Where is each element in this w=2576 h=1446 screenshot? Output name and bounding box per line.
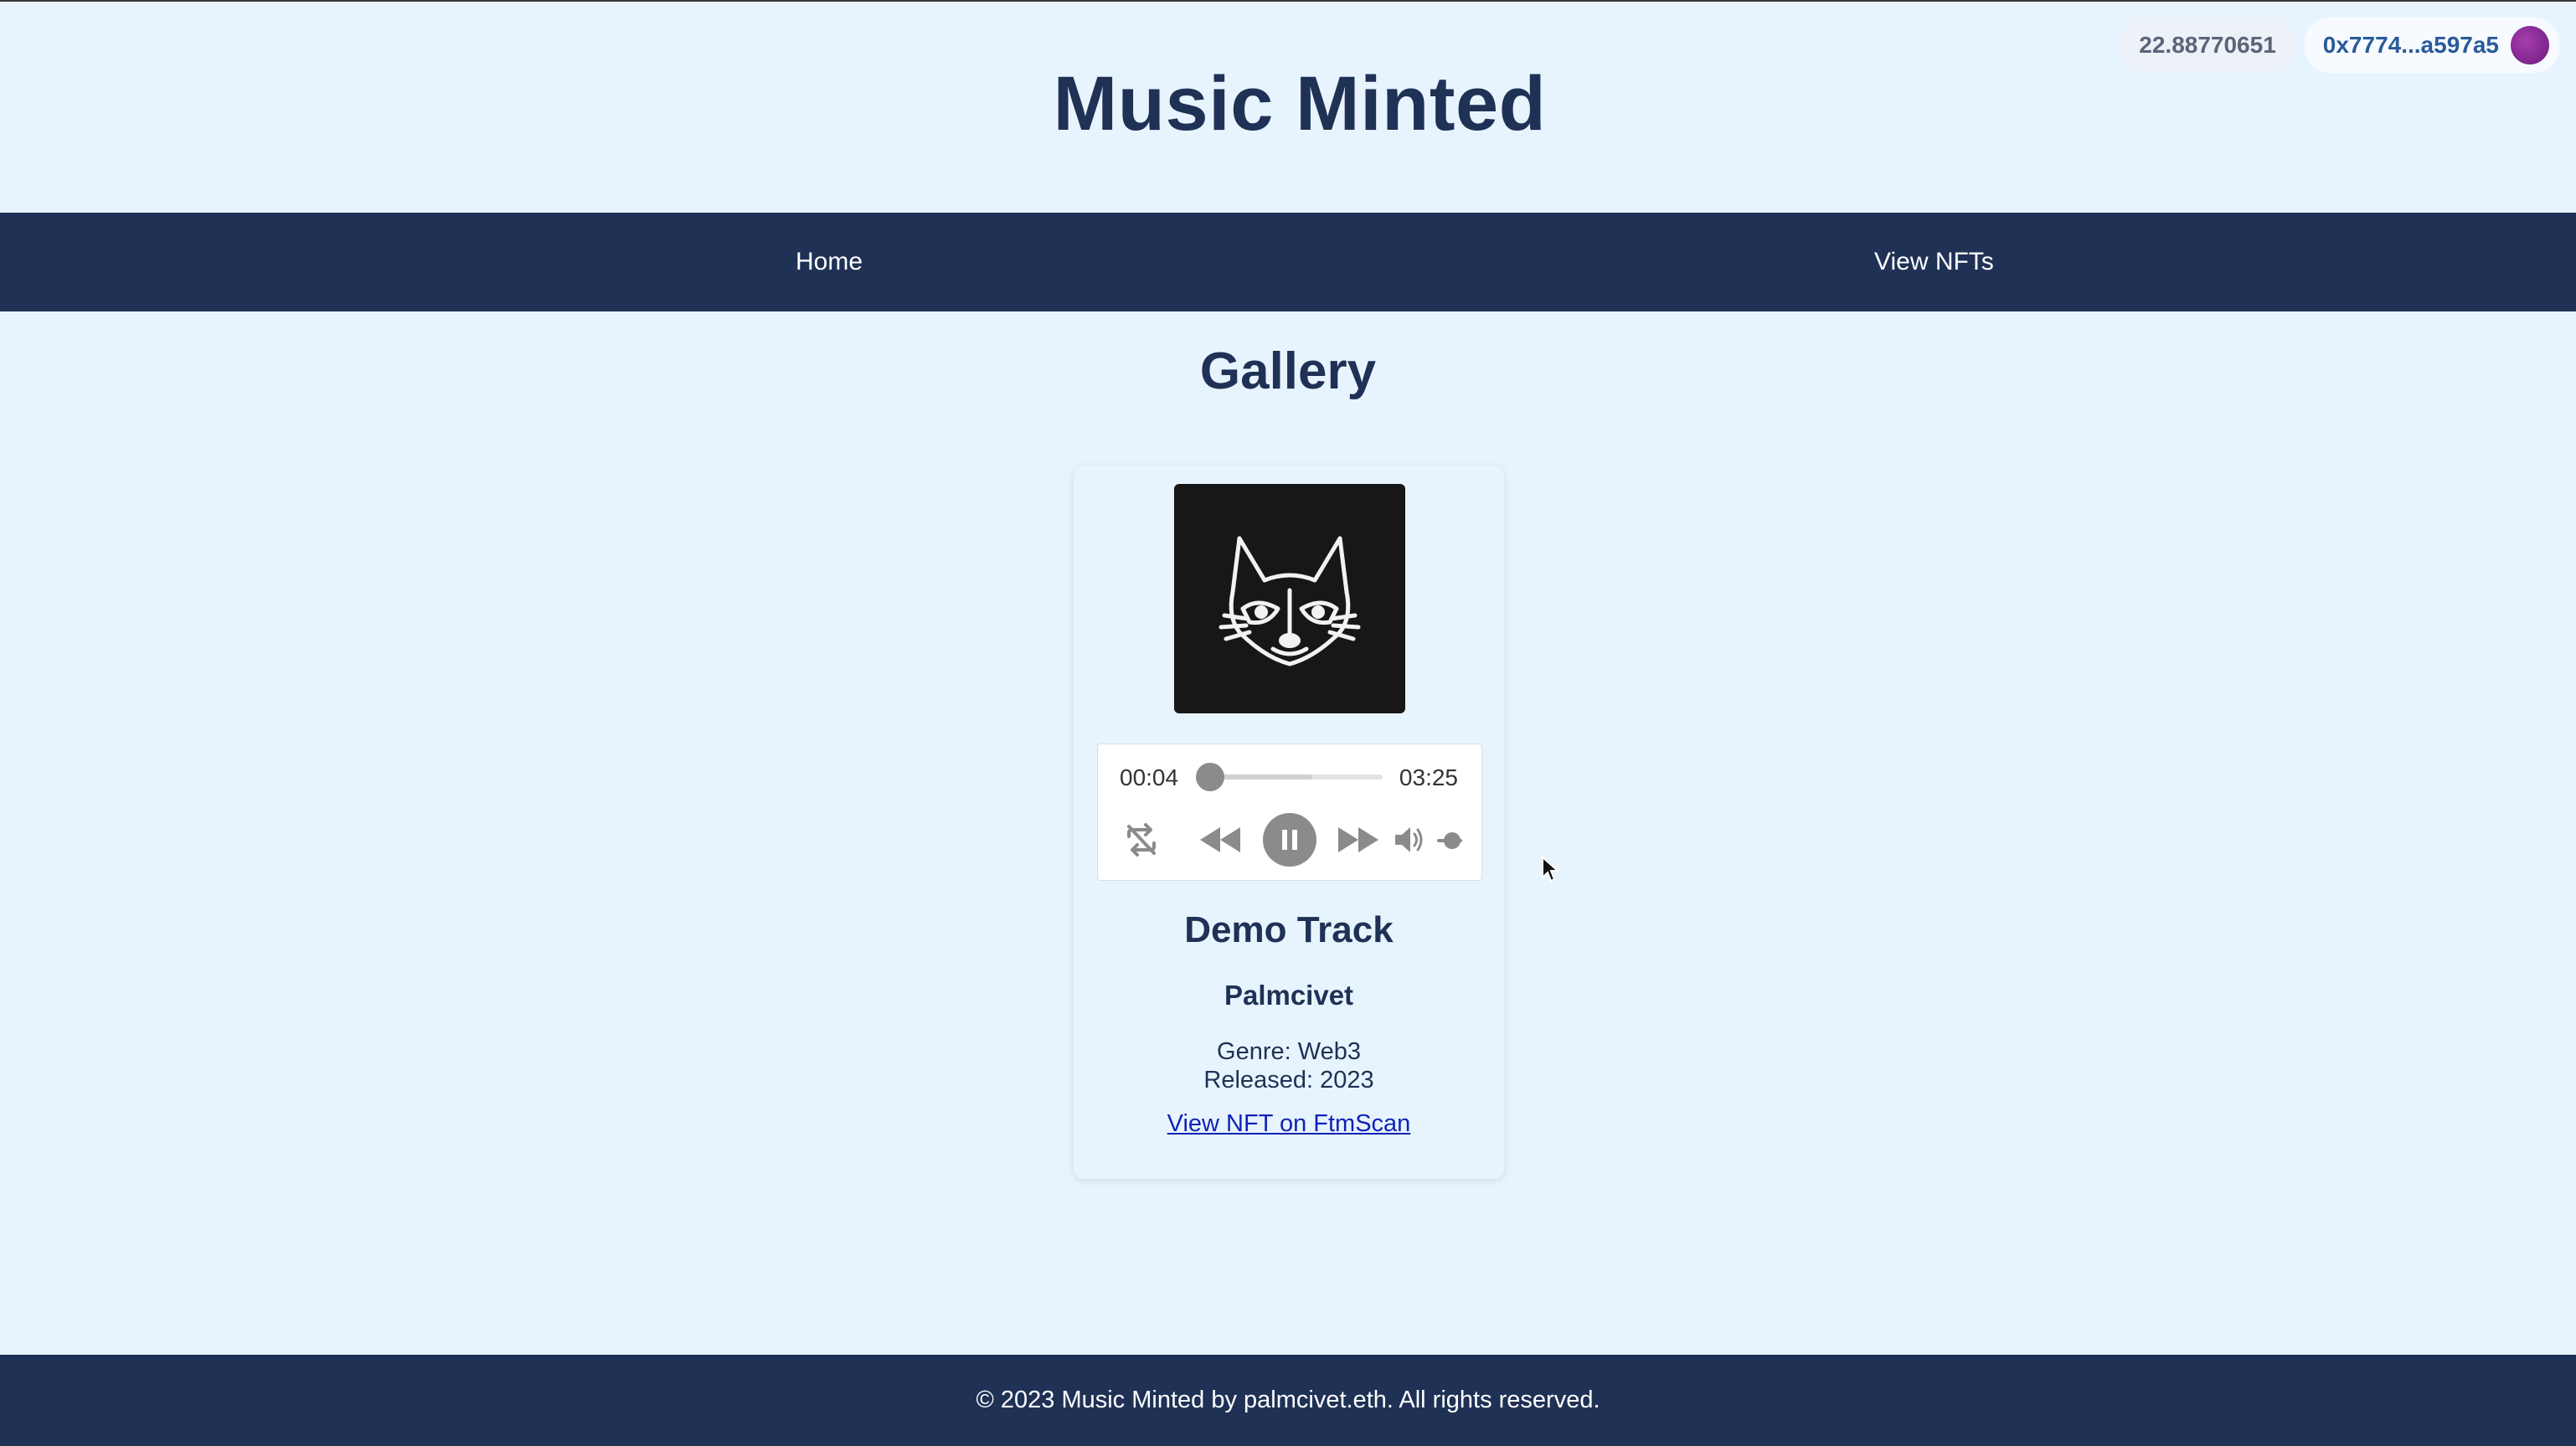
current-time: 00:04 — [1120, 764, 1179, 790]
pause-button[interactable] — [1263, 813, 1316, 867]
volume-icon — [1395, 827, 1423, 852]
repeat-off-icon — [1127, 823, 1156, 857]
progress-handle[interactable] — [1196, 763, 1225, 791]
album-cover — [1174, 484, 1405, 713]
track-title: Demo Track — [1184, 909, 1394, 950]
genre-label: Genre: Web3 — [1217, 1038, 1361, 1065]
view-nft-link[interactable]: View NFT on FtmScan — [1074, 1110, 1504, 1138]
artist-name: Palmcivet — [1224, 980, 1354, 1011]
gallery-title: Gallery — [1199, 342, 1377, 400]
site-title: Music Minted — [1053, 61, 1547, 147]
rewind-icon — [1200, 827, 1240, 852]
page: 22.88770651 0x7774...a597a5 Music Minted… — [0, 0, 2576, 1446]
footer-copyright: © 2023 Music Minted by palmcivet.eth. Al… — [976, 1387, 1600, 1413]
nft-card: 00:04 03:25 Demo Track Palmcivet Genre: … — [1074, 466, 1504, 1179]
nav-home-link[interactable]: Home — [0, 213, 1497, 311]
pause-icon — [1282, 830, 1297, 850]
repeat-button[interactable] — [1121, 821, 1162, 858]
wallet-address: 0x7774...a597a5 — [2322, 32, 2499, 58]
window-top-edge — [0, 0, 2576, 2]
total-time: 03:25 — [1399, 764, 1458, 790]
fast-forward-icon — [1338, 827, 1378, 852]
nav-view-nfts-link[interactable]: View NFTs — [1497, 213, 2576, 311]
site-footer: © 2023 Music Minted by palmcivet.eth. Al… — [0, 1355, 2576, 1446]
progress-bar[interactable] — [1196, 763, 1383, 791]
volume-handle[interactable] — [1444, 832, 1461, 849]
fast-forward-button[interactable] — [1337, 823, 1380, 857]
mouse-cursor-icon — [1542, 856, 1559, 883]
volume-button[interactable] — [1391, 823, 1428, 857]
audio-player: 00:04 03:25 — [1097, 744, 1482, 881]
wallet-avatar — [2511, 26, 2549, 64]
player-controls — [1098, 811, 1481, 870]
raccoon-face-icon — [1218, 536, 1361, 666]
release-year-label: Released: 2023 — [1203, 1067, 1374, 1094]
rewind-button[interactable] — [1198, 823, 1242, 857]
main-nav: Home View NFTs — [0, 213, 2576, 311]
volume-slider[interactable] — [1437, 832, 1462, 849]
